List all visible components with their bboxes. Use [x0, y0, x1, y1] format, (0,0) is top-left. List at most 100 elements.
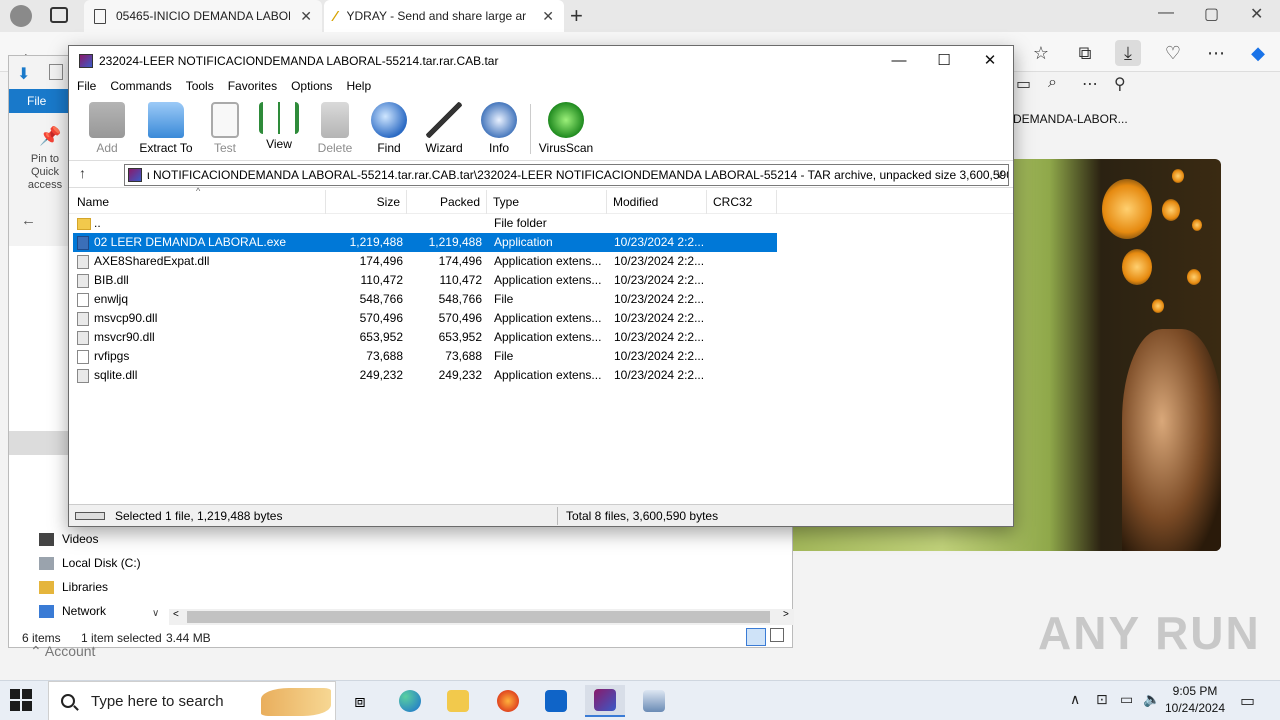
file-row[interactable]: rvfipgs 73,688 73,688 File 10/23/2024 2:… [73, 347, 777, 366]
maximize-button[interactable]: ☐ [922, 50, 966, 72]
winrar-title-bar: 232024-LEER NOTIFICACIONDEMANDA LABORAL-… [69, 46, 1013, 76]
wizard-button[interactable]: Wizard [414, 102, 474, 155]
find-button[interactable]: Find [359, 102, 419, 155]
up-folder-icon[interactable]: ↑ [79, 165, 86, 181]
test-button[interactable]: Test [195, 102, 255, 155]
col-type[interactable]: Type [487, 190, 607, 214]
explorer-file-tab[interactable]: File [9, 89, 71, 113]
exe-file-icon [77, 236, 89, 250]
edge-taskbar-button[interactable] [390, 685, 430, 717]
network-icon [39, 604, 54, 618]
downloads-icon[interactable]: ⤓ [1115, 40, 1141, 66]
firefox-taskbar-button[interactable] [488, 685, 528, 717]
browser-essentials-icon[interactable]: ♡ [1160, 40, 1186, 66]
test-icon [211, 102, 239, 138]
tray-overflow-icon[interactable]: ∧ [1070, 691, 1080, 708]
copilot-icon[interactable]: ◆ [1245, 40, 1271, 66]
nav-back-icon[interactable]: ← [21, 212, 36, 229]
file-row-parent[interactable]: .. File folder [73, 214, 777, 233]
collections-icon[interactable]: ⧉ [1072, 40, 1098, 66]
network-status-icon[interactable]: ▭ [1120, 691, 1133, 708]
browser-minimize-button[interactable]: — [1158, 4, 1174, 22]
menu-help[interactable]: Help [346, 79, 379, 93]
large-icons-view-icon[interactable] [770, 628, 784, 642]
col-size[interactable]: Size [326, 190, 407, 214]
minimize-button[interactable]: — [877, 50, 921, 72]
extract-to-button[interactable]: Extract To [136, 102, 196, 155]
scroll-down-icon[interactable]: ∨ [152, 608, 159, 619]
scroll-left-icon[interactable]: < [173, 609, 179, 620]
outlook-taskbar-button[interactable] [536, 685, 576, 717]
col-modified[interactable]: Modified [607, 190, 707, 214]
start-button[interactable] [10, 689, 32, 711]
info-icon [481, 102, 517, 138]
download-item-name[interactable]: DEMANDA-LABOR... [1013, 112, 1128, 126]
menu-favorites[interactable]: Favorites [228, 79, 285, 93]
scroll-right-icon[interactable]: > [783, 609, 789, 620]
pin-panel-icon[interactable]: ⚲ [1114, 74, 1126, 94]
details-view-icon[interactable] [746, 628, 766, 646]
nav-item-libraries[interactable]: Libraries [39, 580, 108, 594]
file-row[interactable]: msvcp90.dll 570,496 570,496 Application … [73, 309, 777, 328]
taskbar-search-box[interactable]: Type here to search [48, 681, 336, 720]
winrar-address-bar: ↑ ι NOTIFICACIONDEMANDA LABORAL-55214.ta… [69, 160, 1013, 188]
search-downloads-icon[interactable]: ⌕ [1048, 74, 1057, 92]
archive-path-field[interactable]: ι NOTIFICACIONDEMANDA LABORAL-55214.tar.… [124, 164, 1009, 186]
extract-icon [148, 102, 184, 138]
browser-maximize-button[interactable]: ▢ [1204, 4, 1219, 24]
archive-icon [128, 168, 142, 182]
col-packed[interactable]: Packed [407, 190, 487, 214]
meet-now-icon[interactable]: ⊡ [1096, 691, 1108, 708]
pin-quick-access-label[interactable]: Pin to Quick access [17, 153, 73, 192]
dll-file-icon [77, 369, 89, 383]
scrollbar-thumb[interactable] [187, 611, 770, 623]
path-dropdown-icon[interactable]: ∨ [996, 165, 1004, 185]
search-highlight-icon [261, 688, 331, 716]
view-button[interactable]: View [249, 102, 309, 151]
virusscan-button[interactable]: VirusScan [536, 102, 596, 155]
tab-actions-icon[interactable] [50, 7, 68, 23]
file-row[interactable]: msvcr90.dll 653,952 653,952 Application … [73, 328, 777, 347]
browser-tab-1[interactable]: 05465-INICIO DEMANDA LABOR/ ✕ [84, 0, 322, 32]
menu-commands[interactable]: Commands [110, 79, 179, 93]
open-folder-icon[interactable]: ▭ [1016, 74, 1031, 94]
file-row[interactable]: BIB.dll 110,472 110,472 Application exte… [73, 271, 777, 290]
notifications-icon[interactable]: ▭ [1240, 691, 1255, 711]
file-explorer-taskbar-button[interactable] [438, 685, 478, 717]
nav-item-videos[interactable]: Videos [39, 532, 98, 546]
add-button[interactable]: Add [77, 102, 137, 155]
close-tab-icon[interactable]: ✕ [300, 8, 312, 25]
menu-file[interactable]: File [77, 79, 104, 93]
explorer-ribbon: ⬇ File 📌 Pin to Quick access [9, 56, 71, 246]
taskbar-clock[interactable]: 9:05 PM 10/24/2024 [1160, 683, 1230, 717]
file-row-exe[interactable]: 02 LEER DEMANDA LABORAL.exe 1,219,488 1,… [73, 233, 777, 252]
volume-icon[interactable]: 🔈 [1143, 691, 1160, 708]
winrar-taskbar-button[interactable] [585, 685, 625, 717]
nav-item-local-disk[interactable]: Local Disk (C:) [39, 556, 141, 570]
horizontal-scrollbar[interactable]: < > [169, 609, 794, 625]
menu-options[interactable]: Options [291, 79, 340, 93]
account-link[interactable]: ⌃ Account [30, 643, 95, 660]
more-menu-icon[interactable]: ⋯ [1203, 40, 1229, 66]
browser-tab-2[interactable]: ⁄ YDRAY - Send and share large ar ✕ [324, 0, 564, 32]
nav-item-network[interactable]: Network [39, 604, 106, 618]
close-tab-icon[interactable]: ✕ [542, 8, 554, 25]
file-row[interactable]: enwljq 548,766 548,766 File 10/23/2024 2… [73, 290, 777, 309]
info-button[interactable]: Info [469, 102, 529, 155]
properties-icon[interactable] [49, 64, 63, 80]
delete-button[interactable]: Delete [305, 102, 365, 155]
downloads-more-icon[interactable]: ⋯ [1082, 74, 1098, 94]
browser-close-button[interactable]: ✕ [1250, 4, 1263, 24]
menu-tools[interactable]: Tools [186, 79, 222, 93]
favorites-icon[interactable]: ☆ [1028, 40, 1054, 66]
virusscan-icon [548, 102, 584, 138]
app-taskbar-button[interactable] [634, 685, 674, 717]
task-view-button[interactable]: ⧈ [340, 685, 380, 717]
close-button[interactable]: ✕ [968, 50, 1012, 72]
col-crc32[interactable]: CRC32 [707, 190, 777, 214]
winrar-status-bar: Selected 1 file, 1,219,488 bytes Total 8… [69, 504, 1013, 526]
file-row[interactable]: AXE8SharedExpat.dll 174,496 174,496 Appl… [73, 252, 777, 271]
new-tab-button[interactable]: + [570, 3, 583, 29]
profile-avatar[interactable] [10, 5, 32, 27]
file-row[interactable]: sqlite.dll 249,232 249,232 Application e… [73, 366, 777, 385]
